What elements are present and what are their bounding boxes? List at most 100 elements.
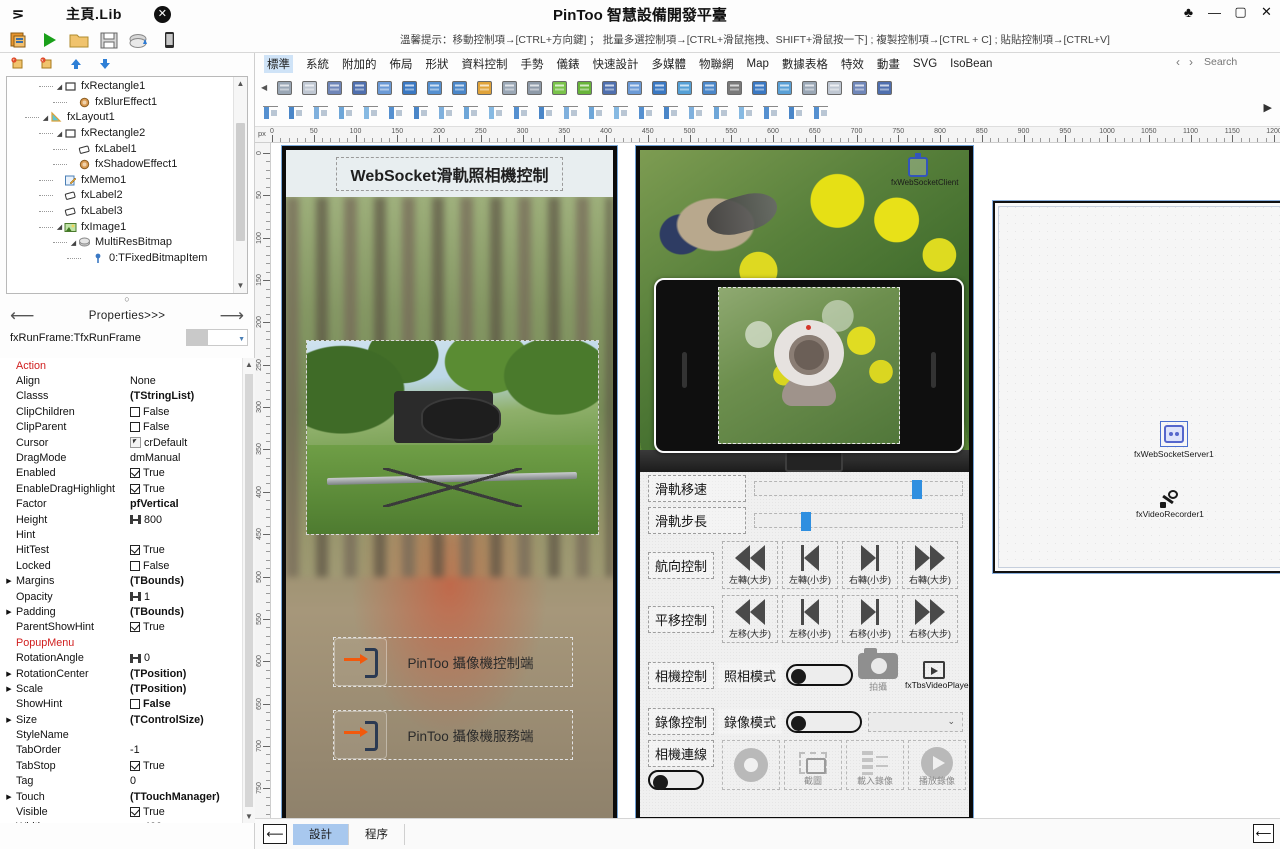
property-row[interactable]: HitTest True [2,543,242,558]
tree-node[interactable]: fxShadowEffect1 [11,157,233,173]
toggle-photo-mode[interactable] [786,664,854,686]
checkbox-checked[interactable] [130,622,140,633]
property-value-cell[interactable]: crDefault [130,437,242,449]
palette-component-icon[interactable] [450,79,469,97]
palette-prev-icon[interactable]: ◀ [261,83,267,92]
property-value-cell[interactable]: (TTouchManager) [130,791,242,803]
palette-component-icon[interactable] [700,79,719,97]
load-video-button[interactable]: 載入錄像 [846,740,905,790]
palette-component-icon[interactable] [825,79,844,97]
property-row[interactable]: Enabled True [2,466,242,481]
property-value-cell[interactable]: (TBounds) [130,606,242,618]
property-value-cell[interactable]: 400 [130,821,242,823]
toggle-camera-link[interactable] [648,770,704,790]
palette-component-icon[interactable] [550,79,569,97]
checkbox-checked[interactable] [130,807,140,818]
search-input[interactable] [1202,55,1274,69]
camera-link-buttons[interactable]: 截圖 載入錄像 播放錄像 [722,740,967,790]
pin-icon[interactable]: ♣ [1181,4,1196,20]
tree-node[interactable]: fxBlurEffect1 [11,95,233,111]
property-row[interactable]: TabStop True [2,758,242,773]
property-value-cell[interactable]: (TControlSize) [130,714,242,726]
palette-component-icon[interactable] [875,79,894,97]
structure-tree[interactable]: ◢ fxRectangle1 fxBlurEffect1 ◢ fxLayout1 ◢ fxR… [6,76,248,294]
properties-scrollbar[interactable]: ▲ ▼ [242,358,255,823]
tree-node[interactable]: fxMemo1 [11,173,233,189]
component-fxwebsocketclient[interactable]: fxWebSocketClient [891,153,958,187]
property-row[interactable]: ClipChildren False [2,404,242,419]
palette-component-icon[interactable] [750,79,769,97]
toggle-record-mode[interactable] [786,710,863,733]
property-row[interactable]: EnableDragHighlight True [2,481,242,496]
palette-tab-4[interactable]: 形狀 [426,56,449,72]
property-value-cell[interactable]: -1 [130,744,242,756]
property-row[interactable]: Tag 0 [2,774,242,789]
alignment-tool-icon[interactable] [611,104,630,122]
hamburger-icon[interactable]: ⋝ [0,5,36,23]
property-row[interactable]: DragMode dmManual [2,450,242,465]
alignment-tool-icon[interactable] [536,104,555,122]
alignment-tool-icon[interactable] [336,104,355,122]
palette-tab-13[interactable]: 特效 [841,56,864,72]
view-tab-design[interactable]: 設計 [293,823,349,845]
palette-component-icon[interactable] [800,79,819,97]
control-button[interactable]: 左移(小步) [782,595,839,643]
splitter-handle[interactable]: ○ [0,294,254,305]
chevron-down-icon[interactable]: ⌄ [947,716,955,727]
slider-slide-speed[interactable] [754,480,963,499]
component-fxtbsvideoplayer[interactable]: fxTbsVideoPlayer [905,660,969,690]
tree-node[interactable]: ◢ fxLayout1 [11,110,233,126]
property-value-cell[interactable]: False [130,698,242,710]
palette-component-icon[interactable] [775,79,794,97]
palette-tab-11[interactable]: Map [747,58,769,70]
alignment-tool-icon[interactable] [361,104,380,122]
minimize-button[interactable]: — [1207,5,1222,20]
alignment-tool-icon[interactable] [511,104,530,122]
tree-node[interactable]: ◢ fxRectangle2 [11,126,233,142]
control-button[interactable]: 右移(大步) [902,595,959,643]
tree-node[interactable]: fxLabel3 [11,204,233,220]
property-row[interactable]: ▶ Margins (TBounds) [2,573,242,588]
property-value-cell[interactable]: (TStringList) [130,390,242,402]
palette-component-icon[interactable] [850,79,869,97]
alignment-tool-icon[interactable] [711,104,730,122]
collapse-arrow-icon[interactable]: ◢ [55,130,64,138]
palette-component-icon[interactable] [675,79,694,97]
property-row[interactable]: RotationAngle 0 [2,650,242,665]
view-tab-code[interactable]: 程序 [349,823,405,845]
property-value-cell[interactable]: False [130,421,242,433]
pan-control-buttons[interactable]: 左移(大步) 左移(小步) 右移(小步) 右移(大步) [722,595,959,643]
chevron-down-icon[interactable]: ▼ [238,336,245,343]
component-palette[interactable]: ◀ ▶ [255,75,1280,127]
nav-button-camera-control[interactable]: PinToo 攝像機控制端 [333,637,573,687]
alignment-tool-icon[interactable] [311,104,330,122]
property-value-cell[interactable]: True [130,544,242,556]
move-up-icon[interactable] [68,56,84,72]
scroll-thumb[interactable] [245,374,253,807]
palette-row-1[interactable]: ◀ [255,75,1280,100]
property-row[interactable]: Action [2,358,242,373]
palette-component-icon[interactable] [650,79,669,97]
palette-tab-5[interactable]: 資料控制 [462,56,508,72]
property-value-cell[interactable]: True [130,483,242,495]
alignment-tool-icon[interactable] [786,104,805,122]
maximize-button[interactable]: ▢ [1233,4,1248,20]
component-fxvideorecorder1[interactable]: fxVideoRecorder1 [1136,490,1204,519]
palette-tab-2[interactable]: 附加的 [342,56,377,72]
tree-node[interactable]: 0:TFixedBitmapItem [11,251,233,267]
property-value-cell[interactable]: (TPosition) [130,683,242,695]
property-row[interactable]: Height 800 [2,512,242,527]
palette-tab-6[interactable]: 手勢 [521,56,544,72]
property-value-cell[interactable]: None [130,375,242,387]
control-button[interactable]: 左轉(小步) [782,541,839,589]
design-form-components[interactable]: fxWebSocketServer1 fxVideoRecorder1 [993,201,1280,573]
scroll-up-icon[interactable]: ▲ [234,77,247,91]
object-selector-dropdown[interactable]: ▼ [186,329,248,346]
palette-search-area[interactable]: ‹ › [1176,55,1274,69]
close-button[interactable]: ✕ [1259,4,1274,20]
close-icon[interactable]: ✕ [153,5,171,23]
checkbox-checked[interactable] [130,760,140,771]
palette-tab-7[interactable]: 儀錶 [557,56,580,72]
save-icon[interactable] [98,30,120,50]
remove-component-icon[interactable]: x [39,56,55,72]
